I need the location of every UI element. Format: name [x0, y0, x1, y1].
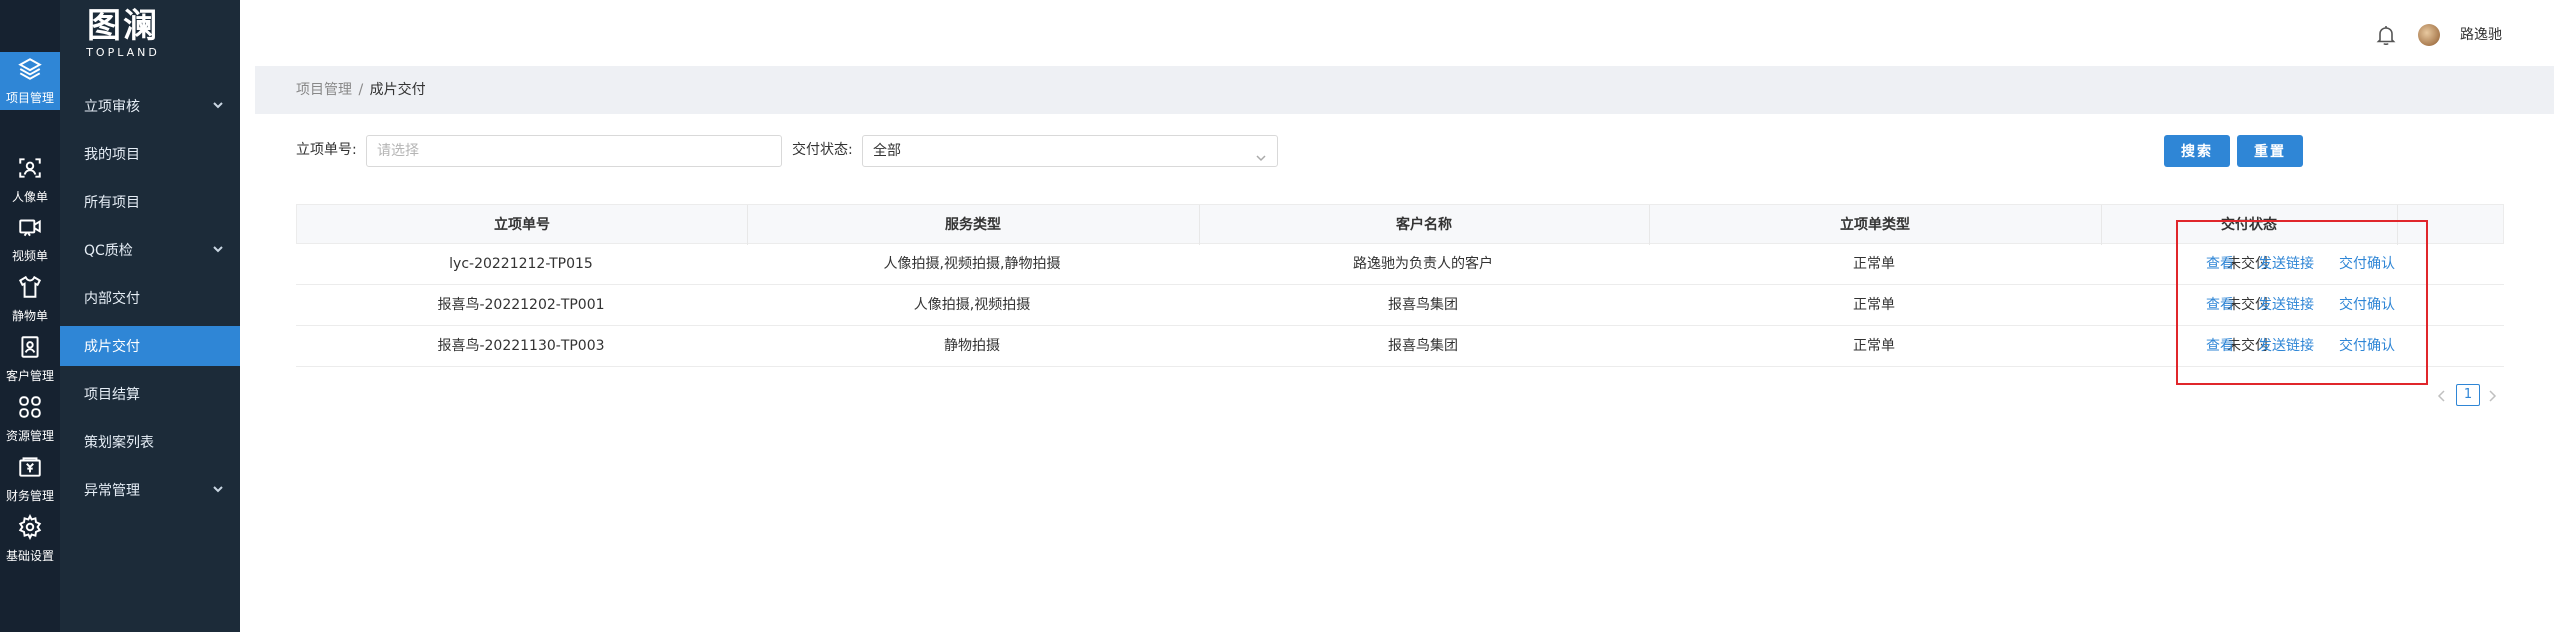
rail-label: 静物单 — [11, 309, 48, 323]
rail-label: 视频单 — [11, 249, 48, 263]
column-header-client: 客户名称 — [1396, 217, 1452, 233]
logo-mark: 图澜 — [87, 6, 159, 46]
video-camera-icon — [17, 214, 43, 244]
project-no-label: 立项单号: — [296, 142, 357, 158]
bell-icon[interactable] — [2376, 24, 2396, 46]
yen-icon — [17, 454, 43, 484]
cell-order-type: 正常单 — [1853, 256, 1895, 272]
breadcrumb-parent[interactable]: 项目管理 — [296, 82, 352, 98]
shirt-icon — [17, 274, 43, 304]
rail-label: 人像单 — [11, 190, 48, 204]
column-header-service-type: 服务类型 — [945, 217, 1001, 233]
breadcrumb-bar — [255, 66, 2554, 114]
menu-item-label: 项目结算 — [84, 387, 140, 403]
rail-item-portrait-order[interactable]: 人像单 — [0, 151, 60, 209]
column-header-order-type: 立项单类型 — [1840, 217, 1910, 233]
breadcrumb-current: 成片交付 — [369, 82, 426, 98]
logo: 图澜 TOPLAND — [83, 6, 163, 62]
face-scan-icon — [17, 155, 43, 185]
table-row: lyc-20221212-TP015 人像拍摄,视频拍摄,静物拍摄 路逸驰为负责… — [296, 244, 2504, 285]
reset-button[interactable]: 重置 — [2237, 135, 2303, 167]
logo-wordmark: TOPLAND — [86, 46, 160, 59]
menu-item-project-settlement[interactable]: 项目结算 — [60, 374, 240, 414]
rail-item-basic-settings[interactable]: 基础设置 — [0, 510, 60, 568]
cell-service-type: 人像拍摄,视频拍摄 — [913, 297, 1031, 313]
menu-item-label: 内部交付 — [84, 291, 140, 307]
cell-order-type: 正常单 — [1853, 338, 1895, 354]
breadcrumb: 项目管理 / 成片交付 — [296, 80, 426, 100]
rail-label: 客户管理 — [5, 369, 54, 383]
menu-item-exception-management[interactable]: 异常管理 — [60, 470, 240, 510]
project-no-input[interactable] — [366, 135, 782, 167]
menu-item-label: QC质检 — [84, 243, 133, 259]
chevron-down-icon — [212, 243, 224, 255]
delivery-status-label: 交付状态: — [792, 142, 853, 158]
menu-item-project-approval[interactable]: 立项审核 — [60, 86, 240, 126]
delivery-status-select[interactable]: 全部 — [862, 135, 1278, 167]
icon-rail: 项目管理 人像单 视频单 静物单 客户管理 资源管理 财务管理 基础设置 — [0, 0, 60, 632]
rail-item-customer-management[interactable]: 客户管理 — [0, 330, 60, 388]
cell-service-type: 人像拍摄,视频拍摄,静物拍摄 — [883, 256, 1061, 272]
menu-item-label: 异常管理 — [84, 483, 140, 499]
menu-item-label: 策划案列表 — [84, 435, 154, 451]
menu-item-label: 所有项目 — [84, 195, 140, 211]
rail-item-finance-management[interactable]: 财务管理 — [0, 450, 60, 508]
pagination-page[interactable]: 1 — [2456, 384, 2480, 406]
cell-project-no: 报喜鸟-20221130-TP003 — [437, 338, 605, 354]
chevron-down-icon — [1255, 145, 1267, 175]
chevron-left-icon[interactable] — [2436, 386, 2450, 406]
menu-item-label: 我的项目 — [84, 147, 140, 163]
delivery-status-value: 全部 — [873, 143, 901, 159]
actions-highlight-box — [2176, 220, 2428, 385]
search-button[interactable]: 搜索 — [2164, 135, 2230, 167]
chevron-right-icon[interactable] — [2486, 386, 2500, 406]
top-header — [240, 0, 2554, 66]
cell-client: 路逸驰为负责人的客户 — [1353, 256, 1493, 272]
menu-item-label: 成片交付 — [84, 339, 140, 355]
grid-icon — [17, 394, 43, 424]
menu-item-qc-inspection[interactable]: QC质检 — [60, 230, 240, 270]
app-root: 项目管理 人像单 视频单 静物单 客户管理 资源管理 财务管理 基础设置 图澜 … — [0, 0, 2554, 632]
chevron-down-icon — [212, 483, 224, 495]
avatar[interactable] — [2418, 24, 2440, 46]
menu-item-all-projects[interactable]: 所有项目 — [60, 182, 240, 222]
rail-label: 财务管理 — [5, 489, 54, 503]
menu-item-my-projects[interactable]: 我的项目 — [60, 134, 240, 174]
cell-project-no: lyc-20221212-TP015 — [449, 256, 593, 272]
layers-icon — [17, 56, 43, 86]
rail-item-video-order[interactable]: 视频单 — [0, 210, 60, 268]
username[interactable]: 路逸驰 — [2460, 24, 2502, 46]
cell-service-type: 静物拍摄 — [944, 338, 1000, 354]
menu-item-final-delivery[interactable]: 成片交付 — [60, 326, 240, 366]
cell-project-no: 报喜鸟-20221202-TP001 — [437, 297, 605, 313]
rail-label: 项目管理 — [5, 91, 54, 105]
cell-client: 报喜鸟集团 — [1388, 338, 1458, 354]
column-header-project-no: 立项单号 — [494, 217, 550, 233]
breadcrumb-separator: / — [358, 82, 364, 98]
table-header: 立项单号 服务类型 客户名称 立项单类型 交付状态 操作 — [296, 204, 2504, 245]
table-row: 报喜鸟-20221130-TP003 静物拍摄 报喜鸟集团 正常单 未交付 查看… — [296, 326, 2504, 367]
rail-label: 资源管理 — [5, 429, 54, 443]
menu-item-proposal-list[interactable]: 策划案列表 — [60, 422, 240, 462]
gear-icon — [17, 513, 43, 544]
rail-item-project-management[interactable]: 项目管理 — [0, 52, 60, 110]
contact-card-icon — [17, 334, 43, 364]
menu-item-label: 立项审核 — [84, 99, 140, 115]
menu-item-internal-delivery[interactable]: 内部交付 — [60, 278, 240, 318]
rail-label: 基础设置 — [5, 549, 54, 563]
cell-order-type: 正常单 — [1853, 297, 1895, 313]
chevron-down-icon — [212, 99, 224, 111]
table-row: 报喜鸟-20221202-TP001 人像拍摄,视频拍摄 报喜鸟集团 正常单 未… — [296, 285, 2504, 326]
rail-item-still-life-order[interactable]: 静物单 — [0, 270, 60, 328]
rail-item-resource-management[interactable]: 资源管理 — [0, 390, 60, 448]
cell-client: 报喜鸟集团 — [1388, 297, 1458, 313]
